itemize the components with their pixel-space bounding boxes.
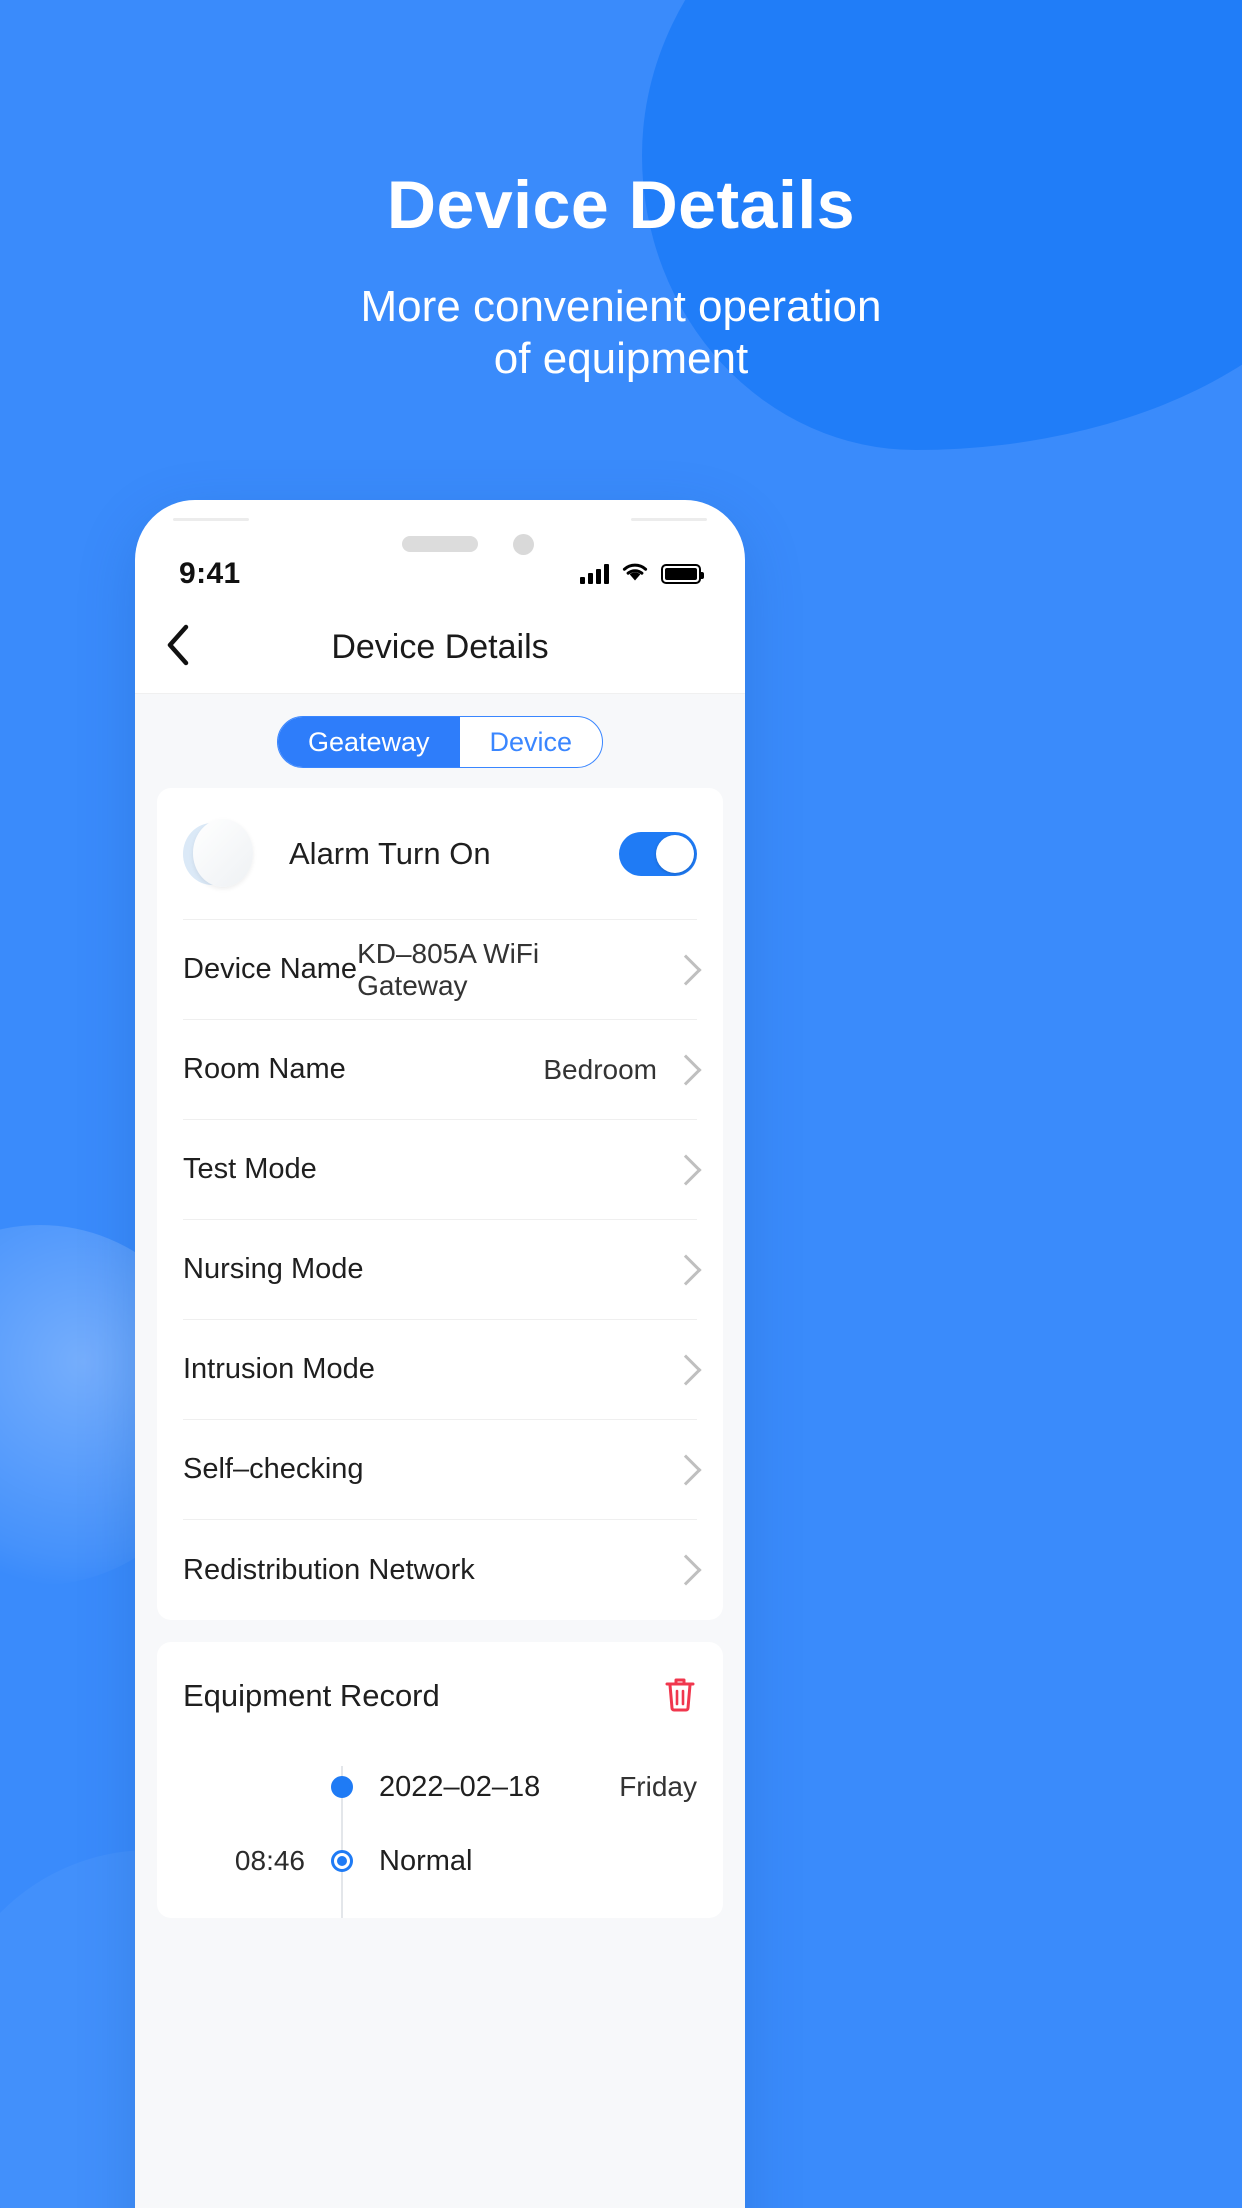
timeline-entry-date-text: 2022–02–18 [379,1770,541,1803]
chevron-right-icon [670,1554,702,1586]
row-intrusion-mode[interactable]: Intrusion Mode [183,1320,702,1420]
timeline-entry-status: Normal [379,1844,473,1877]
screen-content: Geateway Device Alarm Turn On Device Nam… [135,694,745,2208]
trash-icon[interactable] [663,1675,697,1718]
row-self-checking[interactable]: Self–checking [183,1420,702,1520]
chevron-right-icon [670,1253,702,1286]
timeline-entry-time: 08:46 [234,1845,305,1876]
chevron-right-icon [670,1053,702,1086]
status-bar: 9:41 [135,546,745,602]
row-device-name-value: KD–805A WiFi Gateway [357,937,540,1001]
row-device-name[interactable]: Device Name KD–805A WiFi Gateway [183,920,702,1020]
row-room-name[interactable]: Room Name Bedroom [183,1020,702,1120]
row-room-name-label: Room Name [183,1053,346,1085]
equipment-record-title: Equipment Record [183,1678,440,1713]
phone-ear-line-left [173,518,249,521]
page-subtitle-line-2: of equipment [493,333,749,383]
app-navbar: Device Details [135,602,745,694]
timeline-dot-wrapper [323,1776,361,1798]
tab-gateway[interactable]: Geateway [277,717,460,767]
alarm-toggle[interactable] [619,831,697,876]
chevron-right-icon [670,1153,702,1186]
row-intrusion-mode-label: Intrusion Mode [183,1353,375,1385]
timeline-dot-wrapper [323,1850,361,1872]
row-test-mode-label: Test Mode [183,1153,317,1185]
status-bar-time: 9:41 [179,557,241,590]
status-bar-icons [580,561,704,587]
settings-card: Alarm Turn On Device Name KD–805A WiFi G… [157,788,723,1620]
row-nursing-mode-label: Nursing Mode [183,1253,364,1285]
row-device-name-label: Device Name [183,953,358,985]
battery-icon [661,564,704,584]
row-room-name-value: Bedroom [543,1053,657,1085]
chevron-right-icon [670,953,702,986]
gateway-device-icon [183,818,253,889]
segmented-control[interactable]: Geateway Device [276,716,604,768]
status-dot-icon [331,1850,353,1872]
timeline-entry-event: 08:46 Normal [183,1824,697,1898]
row-redistribution-network-label: Redistribution Network [183,1553,475,1586]
page-subtitle-line-1: More convenient operation [360,281,882,331]
page-subtitle: More convenient operation of equipment [0,281,1242,385]
row-test-mode[interactable]: Test Mode [183,1120,702,1220]
equipment-record-timeline: 2022–02–18 Friday 08:46 Normal [183,1750,697,1918]
clock-dot-icon [331,1776,353,1798]
row-self-checking-label: Self–checking [183,1453,364,1485]
row-nursing-mode[interactable]: Nursing Mode [183,1220,702,1320]
timeline-entry-weekday: Friday [619,1771,697,1802]
phone-ear-line-right [631,518,707,521]
alarm-row-label: Alarm Turn On [289,835,491,871]
equipment-record-header: Equipment Record [183,1642,697,1750]
segmented-control-wrapper: Geateway Device [135,694,745,788]
navbar-title: Device Details [331,628,549,666]
hero-section: Device Details More convenient operation… [0,0,1242,385]
chevron-right-icon [670,1453,702,1486]
wifi-icon [621,561,649,587]
timeline-entry-date: 2022–02–18 Friday [183,1750,697,1824]
tab-device[interactable]: Device [460,717,603,767]
equipment-record-card: Equipment Record 2022–02–18 Friday 08:46… [157,1642,723,1918]
page-title: Device Details [386,167,856,243]
row-redistribution-network[interactable]: Redistribution Network [183,1520,702,1620]
phone-mockup: 9:41 Device Details Geateway Device Alar… [135,500,745,2208]
signal-bars-icon [580,564,609,584]
alarm-row[interactable]: Alarm Turn On [183,788,697,920]
chevron-right-icon [670,1353,702,1386]
